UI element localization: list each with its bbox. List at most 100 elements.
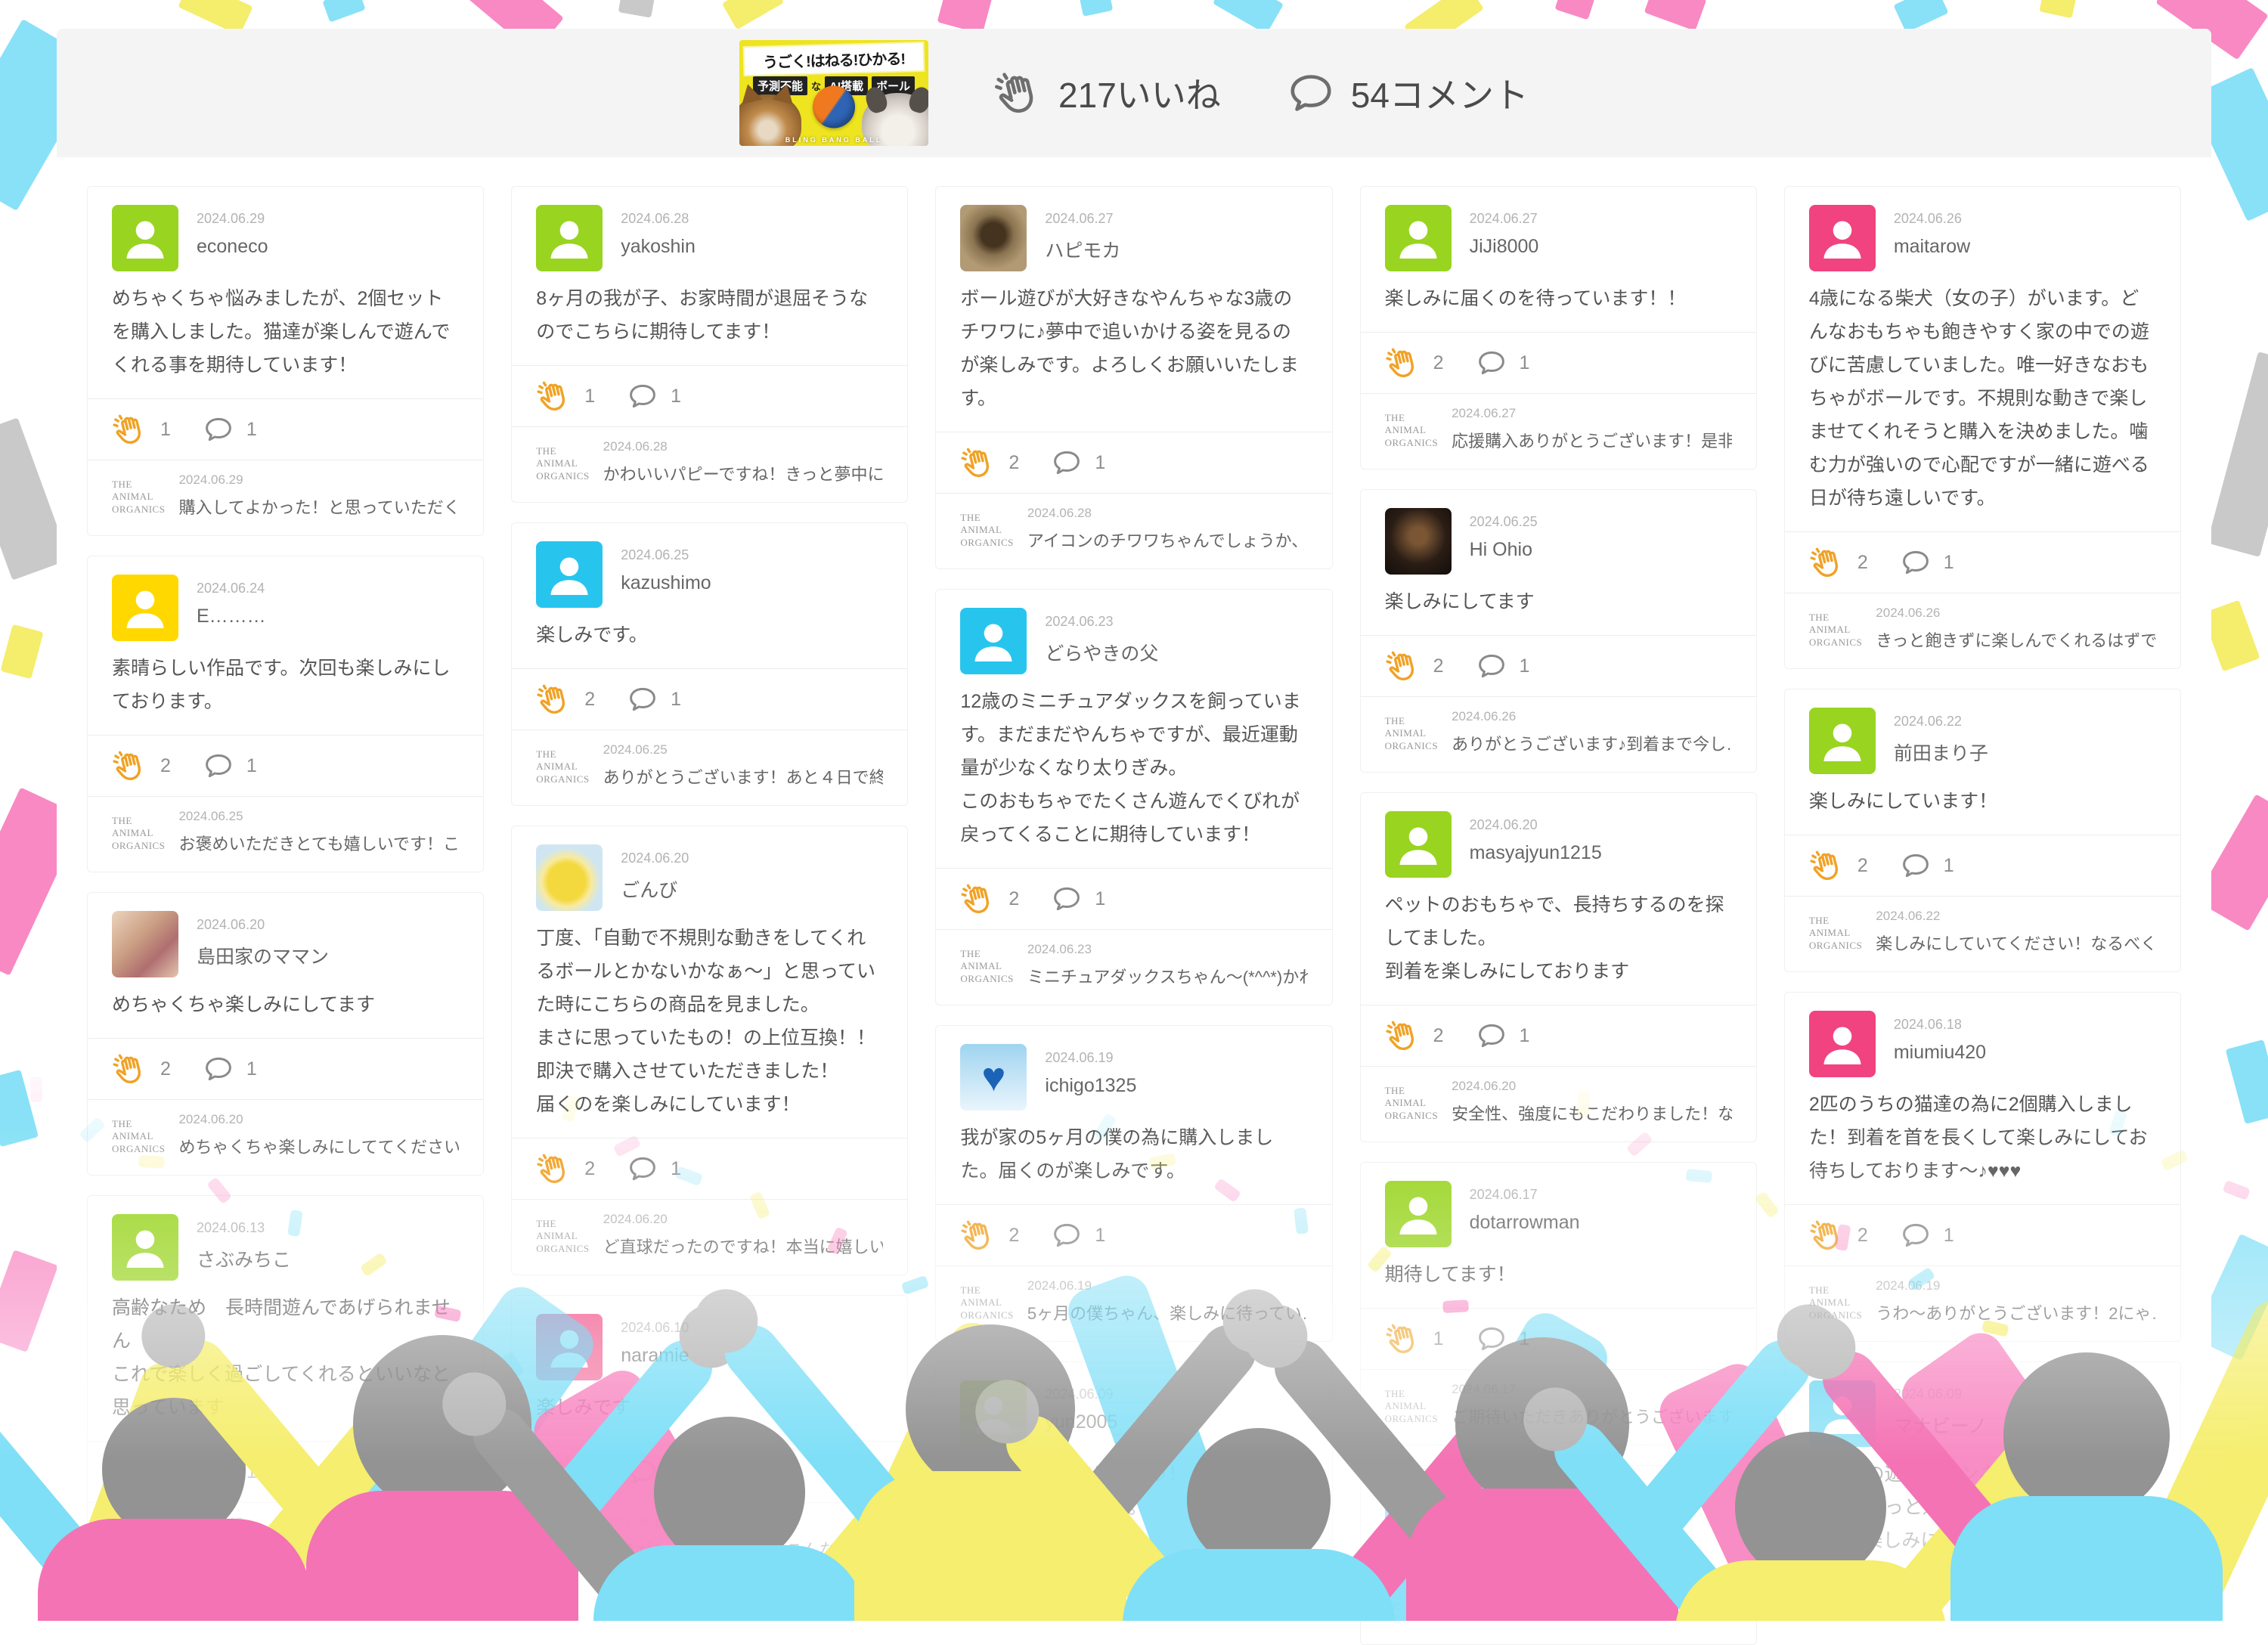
comment-button[interactable] (1476, 1020, 1507, 1052)
comment-actions: 2 1 (88, 1038, 483, 1099)
brand-logo: THE ANIMAL ORGANICS (112, 479, 165, 516)
clap-button[interactable] (960, 1554, 996, 1590)
comment-button[interactable] (203, 750, 234, 782)
reply-text[interactable]: かわいいパピーですね！きっと夢中に… (603, 461, 884, 485)
clap-count: 2 (1433, 655, 1444, 677)
clap-button[interactable] (960, 881, 996, 917)
commenter-name: 島田家のママン (197, 942, 329, 969)
comment-count: 1 (1520, 352, 1530, 374)
clap-button[interactable] (1809, 847, 1845, 884)
reply-text[interactable]: ありがとうございます！あと４日で終… (603, 764, 884, 788)
clap-button[interactable] (536, 1151, 572, 1187)
comment-count: 1 (671, 386, 681, 407)
comment-button[interactable] (203, 414, 234, 445)
comment-header: 2024.06.25 kazushimo (536, 541, 883, 608)
comment-button[interactable] (1900, 1219, 1932, 1251)
confetti-piece (0, 624, 43, 680)
reply-text[interactable]: ご期待いただきありがとうございます… (1452, 1404, 1732, 1428)
clap-button[interactable] (112, 748, 148, 784)
reply-text[interactable]: 応援購入ありがとうございます！是非… (1452, 428, 1732, 452)
brand-logo: THE ANIMAL ORGANICS (960, 1284, 1013, 1321)
brand-logo: THE ANIMAL ORGANICS (1385, 1388, 1438, 1425)
comment-date: 2024.06.27 (1470, 211, 1539, 227)
confetti-piece (0, 1070, 39, 1147)
clap-button[interactable] (536, 1454, 572, 1490)
person-icon (542, 1320, 596, 1374)
clap-button[interactable] (960, 445, 996, 481)
person-icon (1815, 1386, 1870, 1441)
reply-text[interactable]: めちゃくちゃ楽しみにしててください… (178, 1134, 459, 1158)
clap-button[interactable] (112, 1051, 148, 1087)
comment-text: めちゃくちゃ悩みましたが、2個セットを購入しました。猫達が楽しんで遊んでくれる事… (112, 282, 459, 398)
clap-button[interactable] (536, 681, 572, 717)
comment-date: 2024.06.09 (1045, 1386, 1117, 1402)
comment-date: 2024.06.25 (1470, 514, 1538, 530)
avatar (112, 1214, 178, 1281)
clap-button[interactable] (1809, 544, 1845, 581)
comment-button[interactable] (1900, 547, 1932, 578)
clap-button[interactable] (536, 378, 572, 414)
clap-button[interactable] (1385, 345, 1421, 381)
reply-body: 2024.06.28 かわいいパピーですね！きっと夢中に… (603, 439, 884, 485)
comment-button[interactable] (1476, 650, 1507, 682)
avatar (112, 911, 178, 977)
person-icon (118, 581, 172, 635)
clap-button[interactable] (960, 1217, 996, 1253)
comment-button[interactable] (627, 683, 658, 715)
reply-text[interactable]: まさにもってこいの逸品になると思い… (178, 1537, 459, 1561)
reply-text[interactable]: 購入してよかった！と思っていただく… (178, 494, 459, 519)
clap-button[interactable] (1809, 1217, 1845, 1253)
reply-text[interactable]: うわ〜ありがとうございます！2にゃ… (1876, 1300, 2156, 1324)
reply-text[interactable]: ど直球だったのですね！本当に嬉しい… (603, 1234, 884, 1258)
speech-bubble-icon (627, 1153, 658, 1185)
reply-text[interactable]: 5ヶ月の僕ちゃん、楽しみに待ってい… (1027, 1300, 1308, 1324)
comment-button[interactable] (1051, 447, 1083, 479)
clap-icon (960, 1217, 996, 1253)
commenter-name: マナビーノ (1894, 1411, 1988, 1439)
commenter-name: E……… (197, 606, 266, 627)
comment-card: 2024.06.28 yakoshin 8ヶ月の我が子、お家時間が退屈そうなので… (511, 186, 908, 503)
clap-button[interactable] (1385, 648, 1421, 684)
clap-button[interactable] (1385, 1321, 1421, 1357)
comment-count: 1 (246, 1461, 257, 1483)
comment-actions: 2 1 (1361, 1005, 1756, 1066)
comment-column: 2024.06.29 econeco めちゃくちゃ悩みましたが、2個セットを購入… (87, 186, 484, 1645)
clap-icon (1809, 544, 1845, 581)
reply-text[interactable]: ミニチュアダックスちゃん〜(*^^*)かわ… (1027, 964, 1308, 988)
comment-meta: 2024.06.25 Hi Ohio (1470, 508, 1538, 561)
clap-count: 1 (584, 386, 595, 407)
commenter-name: 前田まり子 (1894, 739, 1988, 766)
reply-text[interactable]: ありがとうございます♪到着まで今し… (1452, 731, 1732, 755)
comment-date: 2024.06.29 (197, 211, 268, 227)
avatar (536, 541, 603, 608)
reply-text[interactable]: お褒めいただきとても嬉しいです！こ… (178, 831, 459, 855)
ball-illustration (813, 85, 855, 128)
comment-button[interactable] (627, 380, 658, 412)
clap-button[interactable] (112, 411, 148, 448)
reply-text[interactable]: 楽しみにしていてください！なるべく… (1876, 931, 2156, 955)
comment-button[interactable] (1051, 883, 1083, 915)
comment-text: 8ヶ月の我が子、お家時間が退屈そうなのでこちらに期待してます！ (536, 282, 883, 365)
comment-button[interactable] (1476, 1323, 1507, 1355)
comment-button[interactable] (1051, 1219, 1083, 1251)
header-band: うごく!はねる!ひかる! 予測不能 な AI搭載 ボール BLING BANG … (57, 29, 2211, 157)
clap-button[interactable] (112, 1454, 148, 1490)
reply-text[interactable]: アイコンのチワワちゃんでしょうか、… (1027, 528, 1308, 552)
reply-text[interactable]: 安全性、強度にもこだわりました！な… (1452, 1101, 1732, 1125)
comment-header: 2024.06.20 島田家のママン (112, 911, 459, 977)
comment-button[interactable] (1476, 347, 1507, 379)
comment-button[interactable] (203, 1053, 234, 1085)
reply-text[interactable]: ありがとうございます！こんなにも楽… (603, 1537, 884, 1561)
comment-card: 2024.06.26 maitarow 4歳になる柴犬（女の子）がいます。どんな… (1784, 186, 2181, 669)
comment-button[interactable] (203, 1456, 234, 1488)
comment-count: 1 (1520, 655, 1530, 677)
comment-button[interactable] (1900, 850, 1932, 881)
comment-button[interactable] (627, 1456, 658, 1488)
comment-column: 2024.06.28 yakoshin 8ヶ月の我が子、お家時間が退屈そうなので… (511, 186, 908, 1645)
comment-header: 2024.06.10 naramie (536, 1314, 883, 1380)
reply-text[interactable]: きっと飽きずに楽しんでくれるはずで… (1876, 627, 2156, 652)
comment-button[interactable] (627, 1153, 658, 1185)
comment-button[interactable] (1051, 1556, 1083, 1588)
comment-actions: 2 1 (1361, 635, 1756, 696)
clap-button[interactable] (1385, 1018, 1421, 1054)
